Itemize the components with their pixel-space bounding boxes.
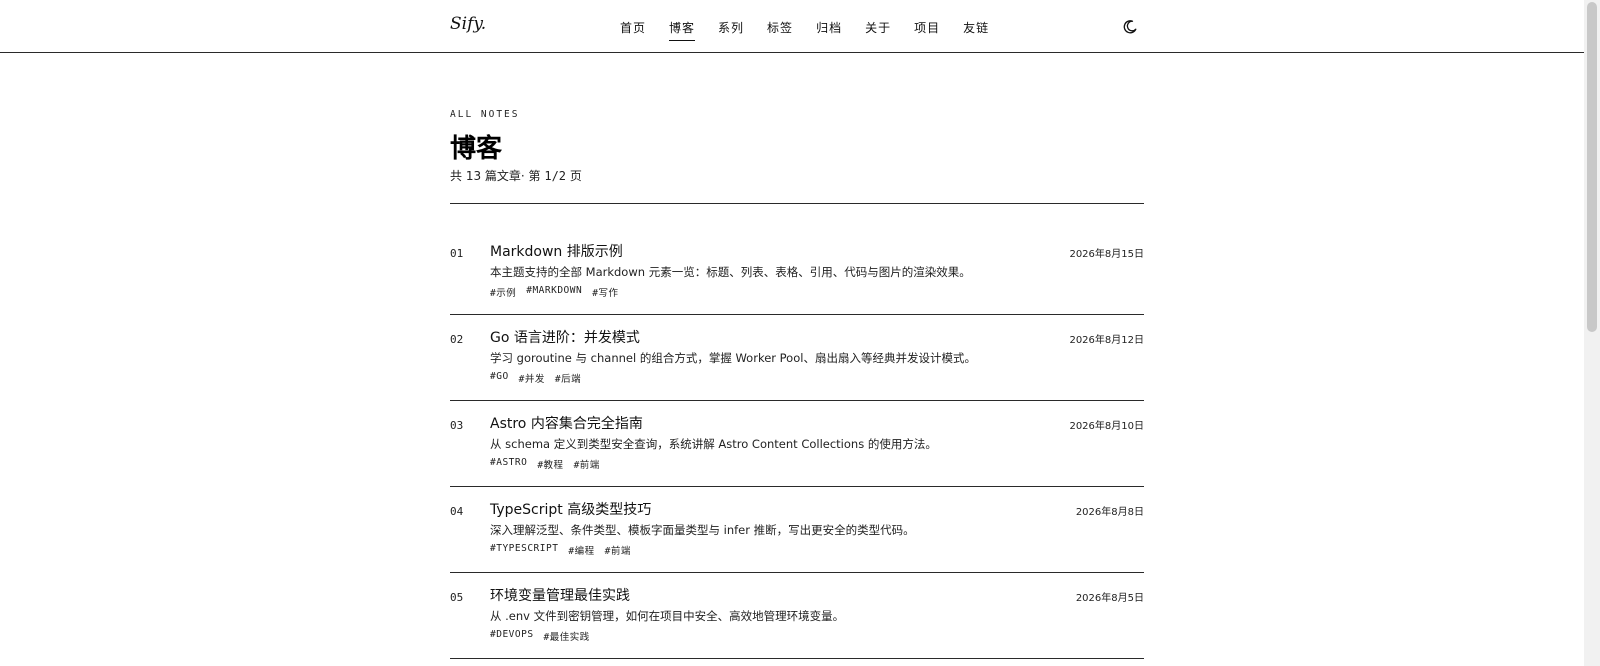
nav-item-6[interactable]: 项目 (914, 19, 940, 41)
page-indicator: 1/2 (544, 169, 567, 183)
post-title[interactable]: TypeScript 高级类型技巧 (490, 499, 651, 519)
post-item[interactable]: 03 Astro 内容集合完全指南 2026年8月10日从 schema 定义到类型… (450, 401, 1144, 487)
nav-item-1[interactable]: 博客 (669, 19, 696, 41)
nav-item-2[interactable]: 系列 (718, 19, 744, 41)
post-list: 01 Markdown 排版示例 2026年8月15日本主题支持的全部 Markdo… (450, 204, 1144, 659)
post-number: 01 (450, 247, 464, 260)
nav-item-5[interactable]: 关于 (865, 19, 891, 41)
page-eyebrow: ALL NOTES (450, 109, 520, 120)
tag-link[interactable]: #教程 (537, 457, 563, 471)
post-excerpt: 深入理解泛型、条件类型、模板字面量类型与 infer 推断，写出更安全的类型代码… (490, 523, 915, 537)
page-scrollbar[interactable] (1584, 0, 1600, 666)
post-date: 2026年8月15日 (1069, 249, 1144, 260)
nav-item-0[interactable]: 首页 (620, 19, 646, 41)
tag-link[interactable]: #并发 (519, 371, 545, 385)
post-title[interactable]: Go 语言进阶：并发模式 (490, 327, 640, 347)
post-excerpt: 从 .env 文件到密钥管理，如何在项目中安全、高效地管理环境变量。 (490, 609, 845, 623)
tag-link[interactable]: #最佳实践 (544, 629, 590, 643)
tag-link[interactable]: #编程 (568, 543, 594, 557)
post-date: 2026年8月5日 (1075, 593, 1144, 604)
post-tags: #GO #并发 #后端 (490, 371, 581, 385)
post-tags: #DEVOPS #最佳实践 (490, 629, 590, 643)
post-number: 04 (450, 505, 464, 518)
tag-link[interactable]: #前端 (574, 457, 600, 471)
post-tags: #TYPESCRIPT #编程 #前端 (490, 543, 631, 557)
tag-link[interactable]: #MARKDOWN (526, 285, 582, 299)
tag-link[interactable]: #TYPESCRIPT (490, 543, 558, 557)
tag-link[interactable]: #示例 (490, 285, 516, 299)
post-number: 05 (450, 591, 464, 604)
page-meta: 共 13 篇文章· 第 1/2 页 (450, 167, 582, 184)
post-number: 03 (450, 419, 464, 432)
scrollbar-thumb[interactable] (1587, 2, 1597, 332)
post-excerpt: 学习 goroutine 与 channel 的组合方式，掌握 Worker P… (490, 351, 976, 365)
nav-item-4[interactable]: 归档 (816, 19, 842, 41)
post-number: 02 (450, 333, 464, 346)
site-header: Sify. 首页 博客 系列 标签 归档 关于 项目 友链 (0, 0, 1584, 53)
post-item[interactable]: 04 TypeScript 高级类型技巧 2026年8月8日深入理解泛型、条件类型、… (450, 487, 1144, 573)
post-title[interactable]: 环境变量管理最佳实践 (490, 585, 630, 605)
moon-icon-svg (1123, 20, 1137, 34)
post-date: 2026年8月12日 (1069, 335, 1144, 346)
page-meta-suffix: 页 (566, 169, 582, 183)
site-logo[interactable]: Sify. (450, 14, 486, 34)
page-title: 博客 (450, 134, 503, 164)
post-excerpt: 从 schema 定义到类型安全查询，系统讲解 Astro Content Co… (490, 437, 937, 451)
post-item[interactable]: 05 环境变量管理最佳实践 2026年8月5日从 .env 文件到密钥管理，如何在项… (450, 573, 1144, 659)
post-item[interactable]: 02 Go 语言进阶：并发模式 2026年8月12日学习 goroutine 与 c… (450, 315, 1144, 401)
tag-link[interactable]: #写作 (592, 285, 618, 299)
moon-icon[interactable] (1122, 19, 1138, 35)
tag-link[interactable]: #DEVOPS (490, 629, 534, 643)
tag-link[interactable]: #ASTRO (490, 457, 527, 471)
nav-item-7[interactable]: 友链 (963, 19, 989, 41)
post-title[interactable]: Markdown 排版示例 (490, 241, 623, 261)
post-title[interactable]: Astro 内容集合完全指南 (490, 413, 643, 433)
nav-item-3[interactable]: 标签 (767, 19, 793, 41)
post-count: 共 13 篇文章· 第 (450, 169, 545, 183)
post-item[interactable]: 01 Markdown 排版示例 2026年8月15日本主题支持的全部 Markdo… (450, 204, 1144, 315)
post-date: 2026年8月10日 (1069, 421, 1144, 432)
tag-link[interactable]: #前端 (605, 543, 631, 557)
post-date: 2026年8月8日 (1075, 507, 1144, 518)
tag-link[interactable]: #GO (490, 371, 509, 385)
main-nav: 首页 博客 系列 标签 归档 关于 项目 友链 (620, 19, 989, 41)
post-excerpt: 本主题支持的全部 Markdown 元素一览：标题、列表、表格、引用、代码与图片… (490, 265, 971, 279)
post-tags: #示例 #MARKDOWN #写作 (490, 285, 618, 299)
tag-link[interactable]: #后端 (555, 371, 581, 385)
post-tags: #ASTRO #教程 #前端 (490, 457, 600, 471)
